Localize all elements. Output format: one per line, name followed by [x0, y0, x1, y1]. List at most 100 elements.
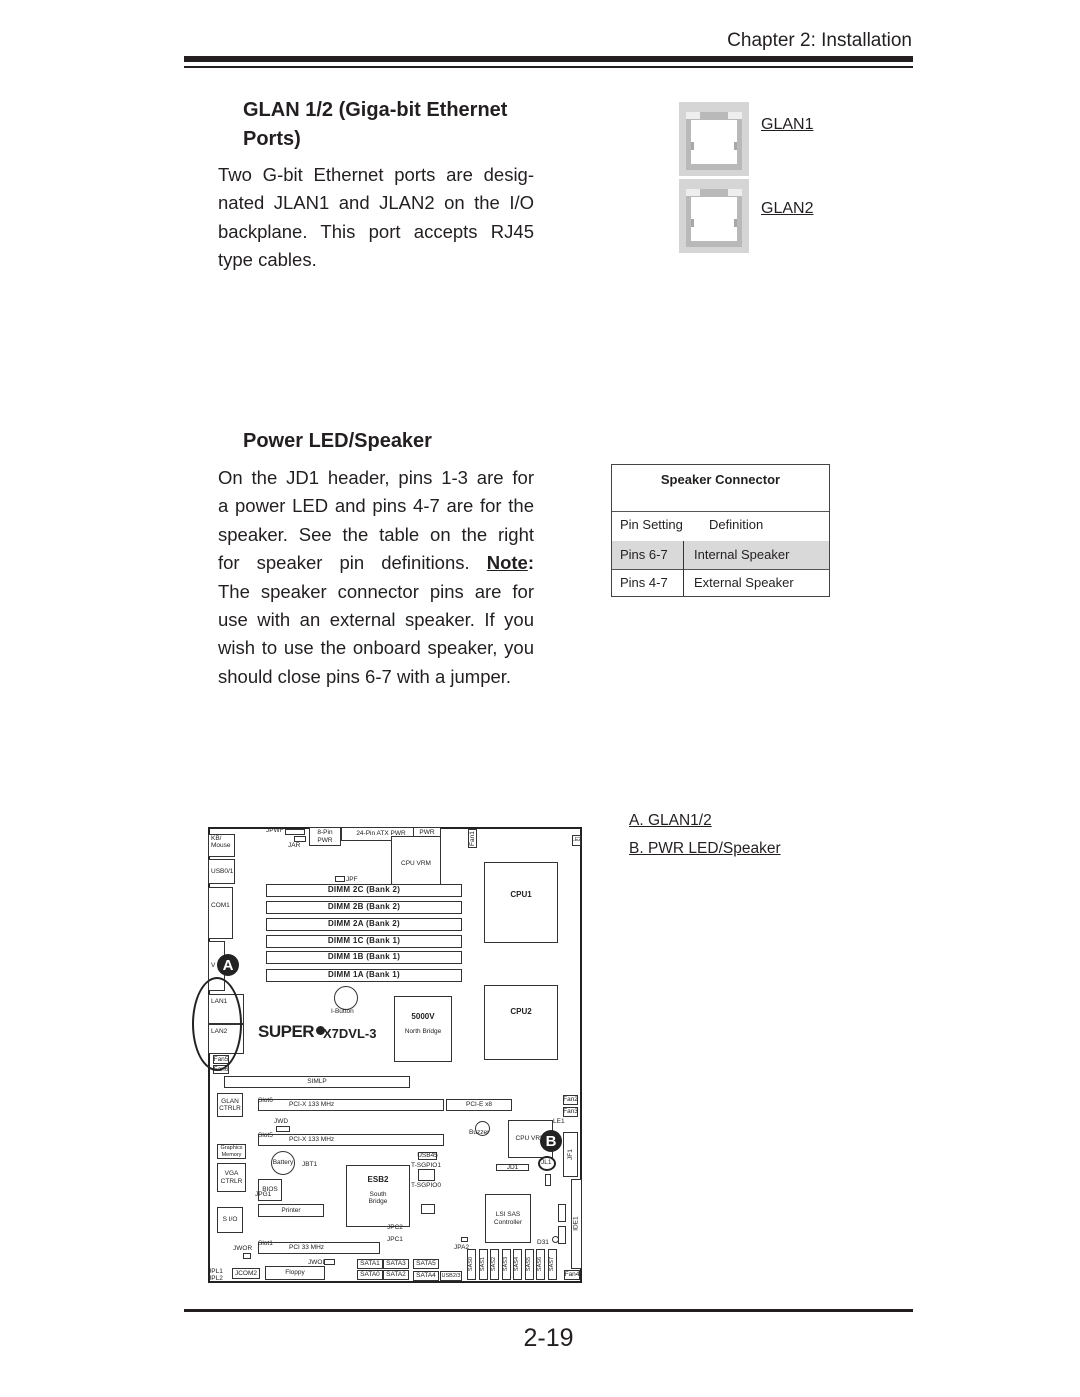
- ide1-connector: IDE1: [571, 1179, 582, 1269]
- sas-port: SAS4: [513, 1249, 522, 1280]
- slot5-label: Slot5: [258, 1132, 273, 1139]
- le5-le4-leds: [421, 1204, 435, 1214]
- glan-heading: GLAN 1/2 (Giga-bit Ethernet Ports): [218, 96, 534, 154]
- legend-a: A. GLAN1/2: [629, 812, 712, 829]
- graphics-memory-chip: Graphics Memory: [217, 1144, 246, 1159]
- jpc2-label: JPC2: [387, 1224, 403, 1231]
- sas-port: SAS6: [536, 1249, 545, 1280]
- sas-port: SAS5: [524, 1249, 534, 1280]
- jpwf-header: [285, 829, 305, 835]
- ibutton-icon: [334, 986, 358, 1010]
- jbt1-label: JBT1: [302, 1161, 318, 1168]
- jpg1-label: JPG1: [255, 1191, 272, 1198]
- jpl2-label: JPL2: [208, 1275, 223, 1282]
- power-body-text: for speaker pin definitions.: [218, 552, 470, 574]
- glan2-label: GLAN2: [761, 200, 814, 217]
- d31-led-icon: [552, 1236, 559, 1243]
- glan-body-line: Two G-bit Ethernet ports are desig-: [218, 164, 534, 185]
- note-colon: :: [527, 552, 534, 574]
- sata4-port: SATA4: [413, 1271, 439, 1281]
- speaker-connector-table: Speaker Connector Pin Setting Definition…: [611, 464, 830, 597]
- dimm-2c-slot: DIMM 2C (Bank 2): [266, 884, 462, 897]
- legend-b: B. PWR LED/Speaker: [629, 840, 781, 857]
- pcie-x8-slot: PCI-E x8: [446, 1099, 512, 1111]
- power-body: On the JD1 header, pins 1-3 are for a po…: [218, 464, 534, 691]
- tsgpio-headers: [418, 1169, 435, 1181]
- usb01-port: USB0/1: [208, 859, 235, 884]
- dimm-2a-slot: DIMM 2A (Bank 2): [266, 918, 462, 931]
- header-pin-setting: Pin Setting: [620, 517, 683, 532]
- glan1-port-icon: [679, 102, 749, 176]
- dimm-1a-slot: DIMM 1A (Bank 1): [266, 969, 462, 982]
- com1-port: COM1: [208, 887, 233, 939]
- ibutton-label: I-Button: [331, 1008, 354, 1015]
- power-body-line: The speaker connector pins are for: [218, 580, 534, 602]
- power-section: Power LED/Speaker On the JD1 header, pin…: [218, 427, 534, 691]
- le2-led: LE2: [572, 835, 581, 846]
- pcix-slot5: PCI-X 133 MHz: [258, 1134, 444, 1146]
- jpf-label: JPF: [346, 876, 358, 883]
- jpa1-jumper: [545, 1174, 551, 1186]
- glan-body-line: nated JLAN1 and JLAN2 on the I/O: [218, 192, 534, 214]
- tsgpio1-label: T-SGPIO1: [411, 1162, 441, 1169]
- sas-port: SAS7: [547, 1249, 557, 1280]
- fan2-header: Fan2: [563, 1095, 578, 1105]
- cell-pins: Pins 6-7: [620, 547, 668, 562]
- table-row: Pins 6-7 Internal Speaker: [612, 541, 829, 569]
- sas-port: SAS2: [490, 1249, 499, 1280]
- jwor-label: JWOR: [233, 1245, 253, 1252]
- sas-port: SAS3: [501, 1249, 511, 1280]
- lsi-sas-controller: LSI SAS Controller: [485, 1194, 531, 1243]
- buzzer-label: Buzzer: [469, 1129, 490, 1136]
- printer-header: Printer: [258, 1204, 324, 1217]
- pwr-8pin-connector: 8-Pin PWR: [309, 827, 341, 846]
- board-model: X7DVL-3: [323, 1026, 377, 1041]
- slot1-label: Slot1: [258, 1240, 273, 1247]
- pcix-slot6: PCI-X 133 MHz: [258, 1099, 444, 1111]
- fan1-header: Fan1: [468, 829, 477, 848]
- north-bridge-chip: 5000V North Bridge: [394, 996, 452, 1062]
- usb23-header: USB2/3: [440, 1271, 462, 1281]
- jd1-header: JD1: [496, 1164, 529, 1171]
- battery-icon: Battery: [271, 1151, 295, 1175]
- le1-label: LE1: [553, 1118, 565, 1125]
- glan-heading-line-2: Ports): [243, 128, 301, 150]
- pci33-slot1: PCI 33 MHz: [258, 1242, 380, 1254]
- glan1-label: GLAN1: [761, 116, 814, 133]
- glan-body-line: type cables.: [218, 249, 317, 271]
- header-rule-thin: [184, 66, 913, 68]
- power-body-line: a power LED and pins 4-7 are for the: [218, 495, 534, 517]
- south-bridge-chip: ESB2 South Bridge: [346, 1165, 410, 1227]
- sgpio1-header: [558, 1226, 566, 1244]
- footer-rule: [184, 1309, 913, 1312]
- simlp-slot: SIMLP: [224, 1076, 410, 1088]
- vga-controller-chip: VGA CTRLR: [217, 1163, 246, 1192]
- cpu2-socket: CPU2: [484, 985, 558, 1060]
- jcom2-header: JCOM2: [232, 1268, 260, 1279]
- power-body-line: wish to use the onboard speaker, you: [218, 637, 534, 659]
- kb-mouse-port: KB/Mouse: [208, 834, 235, 857]
- dimm-1c-slot: DIMM 1C (Bank 1): [266, 935, 462, 948]
- tsgpio0-label: T-SGPIO0: [411, 1182, 441, 1189]
- jpc1-label: JPC1: [387, 1236, 403, 1243]
- glan-highlight-ellipse: [192, 977, 242, 1071]
- jwd-header: [276, 1126, 290, 1132]
- cell-definition: Internal Speaker: [694, 547, 790, 562]
- glan-body-line: backplane. This port accepts RJ45: [218, 220, 534, 242]
- glan-body: Two G-bit Ethernet ports are desig- nate…: [218, 161, 534, 275]
- jwor-header: [243, 1253, 251, 1259]
- fan3-header: Fan3: [563, 1107, 578, 1117]
- motherboard-layout-diagram: KB/Mouse USB0/1 COM1 V LAN1 LAN2 Fan5 Fa…: [192, 827, 582, 1283]
- cpu1-socket: CPU1: [484, 862, 558, 943]
- glan-controller-chip: GLAN CTRLR: [217, 1093, 243, 1117]
- cell-definition: External Speaker: [694, 575, 794, 590]
- note-label: Note: [486, 552, 528, 574]
- jpwf-label: JPWF: [266, 827, 284, 834]
- power-body-line: use with an external speaker. If you: [218, 609, 534, 631]
- glan-section: GLAN 1/2 (Giga-bit Ethernet Ports) Two G…: [218, 96, 534, 275]
- sata5-port: SATA5: [413, 1259, 439, 1269]
- sata3-port: SATA3: [383, 1259, 409, 1269]
- table-title: Speaker Connector: [660, 472, 781, 487]
- power-body-line: should close pins 6-7 with a jumper.: [218, 665, 512, 687]
- sio-chip: S I/O: [217, 1207, 243, 1233]
